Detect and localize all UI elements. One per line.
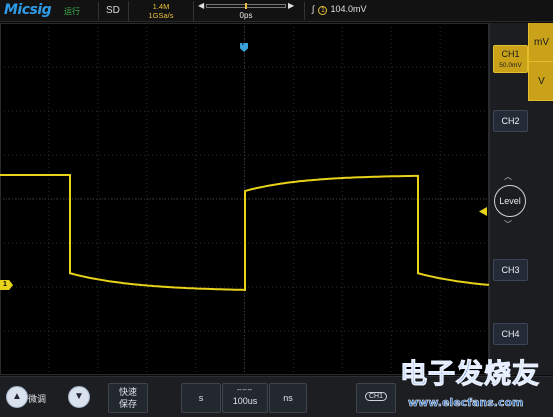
timebase-nanoseconds-button[interactable]: ns	[269, 383, 307, 413]
ch1-scale: 50.0mV	[499, 62, 522, 69]
trigger-source-badge: 1	[318, 6, 328, 15]
acquisition-info[interactable]: 1.4M 1GSa/s	[128, 1, 194, 21]
horizontal-position-indicator[interactable]: ◀ ▶ 0ps	[196, 1, 296, 21]
quick-save-line1: 快速	[118, 387, 137, 397]
unit-selector[interactable]: mV V	[528, 23, 553, 101]
brand-logo: Micsig	[4, 2, 52, 18]
quick-save-line2: 保存	[118, 399, 137, 409]
horizontal-delay: 0ps	[239, 11, 253, 20]
ch1-waveform-trace	[0, 174, 489, 291]
unit-mv-button[interactable]: mV	[529, 23, 553, 62]
ch1-button[interactable]: CH1 50.0mV	[493, 45, 528, 73]
chevron-left-icon[interactable]: ◀	[198, 1, 204, 10]
watermark-logo: 电子发烧友 www.elecfans.com	[392, 350, 553, 417]
source-channel-chip: CH1	[364, 392, 387, 401]
waveform-display[interactable]: T 1	[0, 23, 489, 375]
arrow-up-icon[interactable]: ▲	[6, 386, 28, 408]
run-state-indicator[interactable]: 运行	[64, 6, 80, 17]
ch4-button[interactable]: CH4	[493, 323, 528, 345]
watermark-text: 电子发烧友	[400, 359, 540, 391]
memory-depth: 1.4M	[152, 2, 170, 11]
source-channel-button[interactable]: CH1	[356, 383, 396, 413]
top-status-bar: Micsig 运行 SD 1.4M 1GSa/s ◀ ▶ 0ps ∫ 1 104.0…	[0, 0, 553, 22]
divider	[304, 2, 305, 20]
timebase-seconds-button[interactable]: s	[181, 383, 221, 413]
chevron-up-icon[interactable]: ︿	[504, 171, 512, 182]
memory-position-bar	[206, 3, 286, 9]
rising-edge-icon: ∫	[312, 4, 315, 14]
timebase-value: 100us	[232, 396, 258, 406]
graticule	[0, 23, 489, 375]
level-knob[interactable]: Level	[494, 185, 526, 217]
watermark-url: www.elecfans.com	[408, 396, 524, 410]
divider	[98, 2, 99, 20]
view-window-marker	[245, 3, 247, 9]
quick-save-button[interactable]: 快速 保存	[108, 383, 148, 413]
trigger-info[interactable]: ∫ 1 104.0mV	[312, 4, 367, 15]
channel-panel: mV V CH1 50.0mV CH2 ︿ Level ﹀ CH3 CH4	[489, 23, 553, 375]
timebase-value-display[interactable]: ╍╍╍ 100us	[222, 383, 268, 413]
ch1-label: CH1	[501, 49, 520, 59]
arrow-down-icon[interactable]: ▼	[68, 386, 90, 408]
trigger-level-value: 104.0mV	[330, 4, 367, 14]
ch3-button[interactable]: CH3	[493, 259, 528, 281]
timebase-ruler-icon: ╍╍╍	[237, 387, 253, 394]
chevron-down-icon[interactable]: ﹀	[504, 219, 512, 230]
unit-v-button[interactable]: V	[529, 62, 553, 101]
acquisition-mode[interactable]: SD	[106, 5, 120, 16]
chevron-right-icon[interactable]: ▶	[288, 1, 294, 10]
ch2-button[interactable]: CH2	[493, 110, 528, 132]
fine-adjust-label: 微调	[28, 394, 47, 404]
sample-rate: 1GSa/s	[148, 11, 174, 20]
